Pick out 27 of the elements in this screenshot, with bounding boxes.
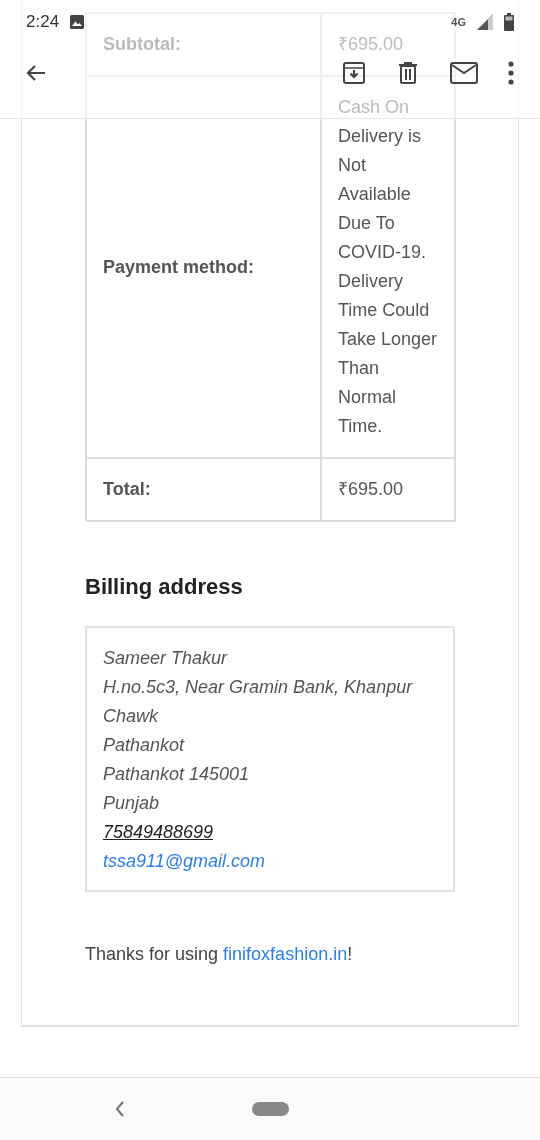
status-time: 2:24 — [26, 12, 60, 32]
more-options-icon[interactable] — [508, 61, 514, 85]
email-link[interactable]: tssa911@gmail.com — [103, 847, 437, 876]
battery-icon — [504, 13, 514, 31]
thanks-suffix: ! — [347, 944, 353, 964]
thanks-text: Thanks for using — [85, 944, 219, 964]
signal-icon — [476, 13, 494, 31]
address-line: Punjab — [103, 792, 161, 815]
address-line: Pathankot 145001 — [103, 763, 251, 786]
site-link[interactable]: finifoxfashion.in — [223, 944, 348, 964]
table-cell: Payment method: — [86, 76, 321, 458]
image-icon — [69, 14, 86, 30]
table-cell: Total: — [86, 458, 321, 521]
address-line: Pathankot — [103, 734, 186, 757]
phone-link[interactable]: 75849488699 — [103, 818, 437, 847]
address-line: Sameer Thakur — [103, 647, 229, 670]
home-handle[interactable] — [252, 1102, 289, 1116]
address-line: H.no.5c3, Near Gramin Bank, Khanpur Chawk — [103, 676, 414, 728]
archive-icon[interactable] — [342, 61, 366, 85]
delete-icon[interactable] — [396, 61, 420, 85]
mail-icon[interactable] — [450, 62, 478, 84]
table-cell: ₹695.00 — [321, 458, 455, 521]
network-type: 4G — [451, 16, 466, 28]
table-cell: Subtotal: — [86, 13, 321, 76]
table-cell: Cash On Delivery is Not Available Due To COVID-19. Delivery Time Could Take Longer Than Normal Time. — [321, 76, 455, 458]
section-heading: Billing address — [85, 574, 244, 600]
back-chevron-icon[interactable] — [115, 1101, 125, 1117]
